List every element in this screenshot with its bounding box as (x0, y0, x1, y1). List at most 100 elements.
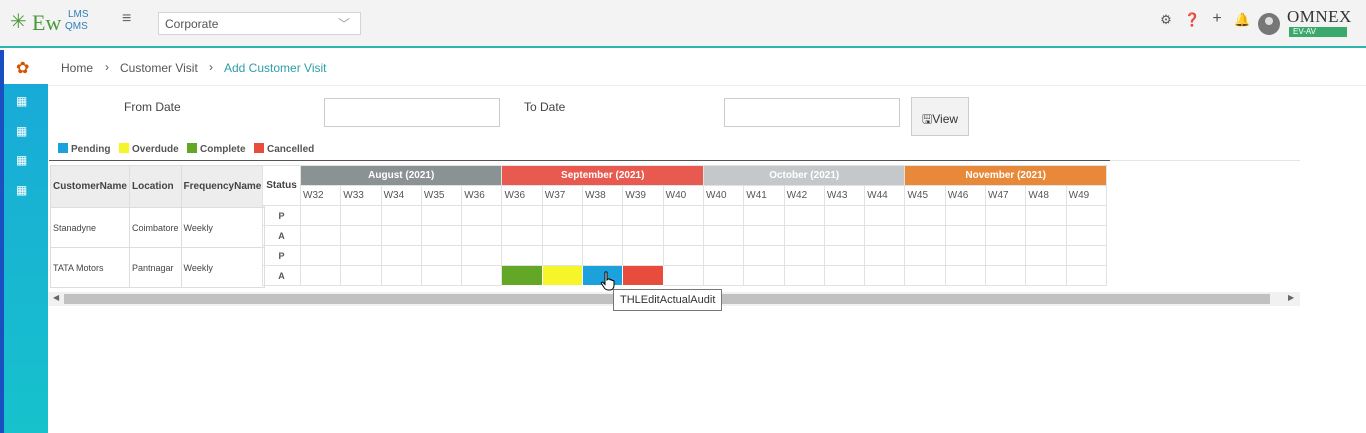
schedule-cell[interactable] (985, 245, 1027, 266)
schedule-cell-overdude[interactable] (541, 265, 584, 286)
schedule-cell[interactable] (541, 245, 584, 266)
column-header-frequency[interactable]: FrequencyName (180, 165, 265, 208)
scroll-right-icon[interactable]: ▶ (1288, 293, 1294, 302)
schedule-cell[interactable] (582, 245, 624, 266)
schedule-cell[interactable] (702, 265, 745, 286)
table-row[interactable]: Stanadyne Coimbatore Weekly (50, 207, 265, 248)
column-header-location[interactable]: Location (129, 165, 182, 208)
from-date-input[interactable] (324, 98, 500, 127)
schedule-cell[interactable] (340, 225, 382, 246)
schedule-cell[interactable] (461, 265, 503, 286)
schedule-cell[interactable] (1065, 225, 1107, 246)
schedule-cell[interactable] (1065, 205, 1107, 226)
gear-icon[interactable]: ⚙ (1158, 12, 1174, 28)
schedule-cell[interactable] (904, 265, 946, 286)
schedule-cell-complete[interactable] (501, 265, 543, 286)
schedule-cell-cancelled[interactable] (622, 265, 664, 286)
nav-building-icon-1[interactable]: ▦ (16, 94, 30, 108)
schedule-cell[interactable] (864, 225, 906, 246)
schedule-cell[interactable] (783, 205, 825, 226)
schedule-cell[interactable] (864, 205, 906, 226)
schedule-cell[interactable] (662, 265, 704, 286)
schedule-cell[interactable] (299, 205, 342, 226)
schedule-cell[interactable] (985, 225, 1027, 246)
schedule-cell[interactable] (904, 205, 946, 226)
schedule-cell[interactable] (380, 205, 422, 226)
schedule-cell[interactable] (662, 205, 704, 226)
schedule-cell[interactable] (743, 245, 785, 266)
plus-icon[interactable]: + (1209, 10, 1225, 28)
schedule-cell[interactable] (904, 245, 946, 266)
schedule-cell[interactable] (823, 245, 866, 266)
schedule-cell[interactable] (783, 225, 825, 246)
nav-building-icon-3[interactable]: ▦ (16, 153, 30, 167)
schedule-cell[interactable] (501, 205, 543, 226)
column-header-customer[interactable]: CustomerName (50, 165, 130, 208)
schedule-cell[interactable] (420, 245, 463, 266)
schedule-cell[interactable] (501, 245, 543, 266)
schedule-cell[interactable] (823, 265, 866, 286)
schedule-cell[interactable] (299, 245, 342, 266)
schedule-cell[interactable] (702, 245, 745, 266)
schedule-cell[interactable] (541, 205, 584, 226)
schedule-cell[interactable] (944, 205, 987, 226)
schedule-cell[interactable] (985, 205, 1027, 226)
corporate-select[interactable]: Corporate ﹀ (158, 12, 361, 35)
schedule-cell[interactable] (1065, 245, 1107, 266)
nav-building-icon-2[interactable]: ▦ (16, 124, 30, 138)
schedule-cell[interactable] (743, 265, 785, 286)
schedule-cell[interactable] (582, 205, 624, 226)
schedule-cell[interactable] (622, 205, 664, 226)
help-icon[interactable]: ❓ (1184, 12, 1200, 28)
rail-home[interactable]: ✿ (4, 50, 48, 84)
menu-toggle-icon[interactable]: ≡ (122, 10, 131, 28)
schedule-cell[interactable] (299, 225, 342, 246)
schedule-cell[interactable] (420, 265, 463, 286)
schedule-cell[interactable] (944, 225, 987, 246)
schedule-cell[interactable] (340, 245, 382, 266)
schedule-cell[interactable] (985, 265, 1027, 286)
schedule-cell[interactable] (541, 225, 584, 246)
schedule-cell[interactable] (1025, 225, 1067, 246)
schedule-cell[interactable] (1025, 205, 1067, 226)
nav-building-icon-4[interactable]: ▦ (16, 183, 30, 197)
bell-icon[interactable]: 🔔 (1234, 12, 1250, 28)
schedule-cell[interactable] (380, 265, 422, 286)
schedule-cell[interactable] (823, 205, 866, 226)
schedule-cell[interactable] (944, 245, 987, 266)
schedule-cell[interactable] (461, 245, 503, 266)
user-avatar[interactable] (1258, 13, 1280, 35)
schedule-cell[interactable] (622, 245, 664, 266)
schedule-cell[interactable] (702, 205, 745, 226)
schedule-cell[interactable] (864, 265, 906, 286)
schedule-cell[interactable] (743, 225, 785, 246)
schedule-cell[interactable] (662, 225, 704, 246)
schedule-cell[interactable] (501, 225, 543, 246)
schedule-cell[interactable] (864, 245, 906, 266)
breadcrumb-customer-visit[interactable]: Customer Visit (120, 61, 198, 75)
schedule-cell[interactable] (380, 225, 422, 246)
schedule-cell[interactable] (461, 205, 503, 226)
schedule-cell[interactable] (783, 245, 825, 266)
schedule-cell[interactable] (1025, 245, 1067, 266)
schedule-cell[interactable] (461, 225, 503, 246)
schedule-cell[interactable] (904, 225, 946, 246)
schedule-cell[interactable] (823, 225, 866, 246)
schedule-cell[interactable] (662, 245, 704, 266)
schedule-cell[interactable] (783, 265, 825, 286)
schedule-cell[interactable] (380, 245, 422, 266)
schedule-cell[interactable] (340, 205, 382, 226)
schedule-cell[interactable] (622, 225, 664, 246)
schedule-cell[interactable] (420, 205, 463, 226)
schedule-cell[interactable] (420, 225, 463, 246)
to-date-input[interactable] (724, 98, 900, 127)
schedule-cell[interactable] (299, 265, 342, 286)
app-logo[interactable]: ✳ Ew LMS QMS (10, 8, 100, 38)
scroll-left-icon[interactable]: ◀ (53, 293, 59, 302)
schedule-cell[interactable] (743, 205, 785, 226)
schedule-cell[interactable] (702, 225, 745, 246)
schedule-cell[interactable] (340, 265, 382, 286)
breadcrumb-home[interactable]: Home (61, 61, 93, 75)
view-button[interactable]: 🖫View (911, 97, 969, 136)
table-row[interactable]: TATA Motors Pantnagar Weekly (50, 247, 265, 288)
